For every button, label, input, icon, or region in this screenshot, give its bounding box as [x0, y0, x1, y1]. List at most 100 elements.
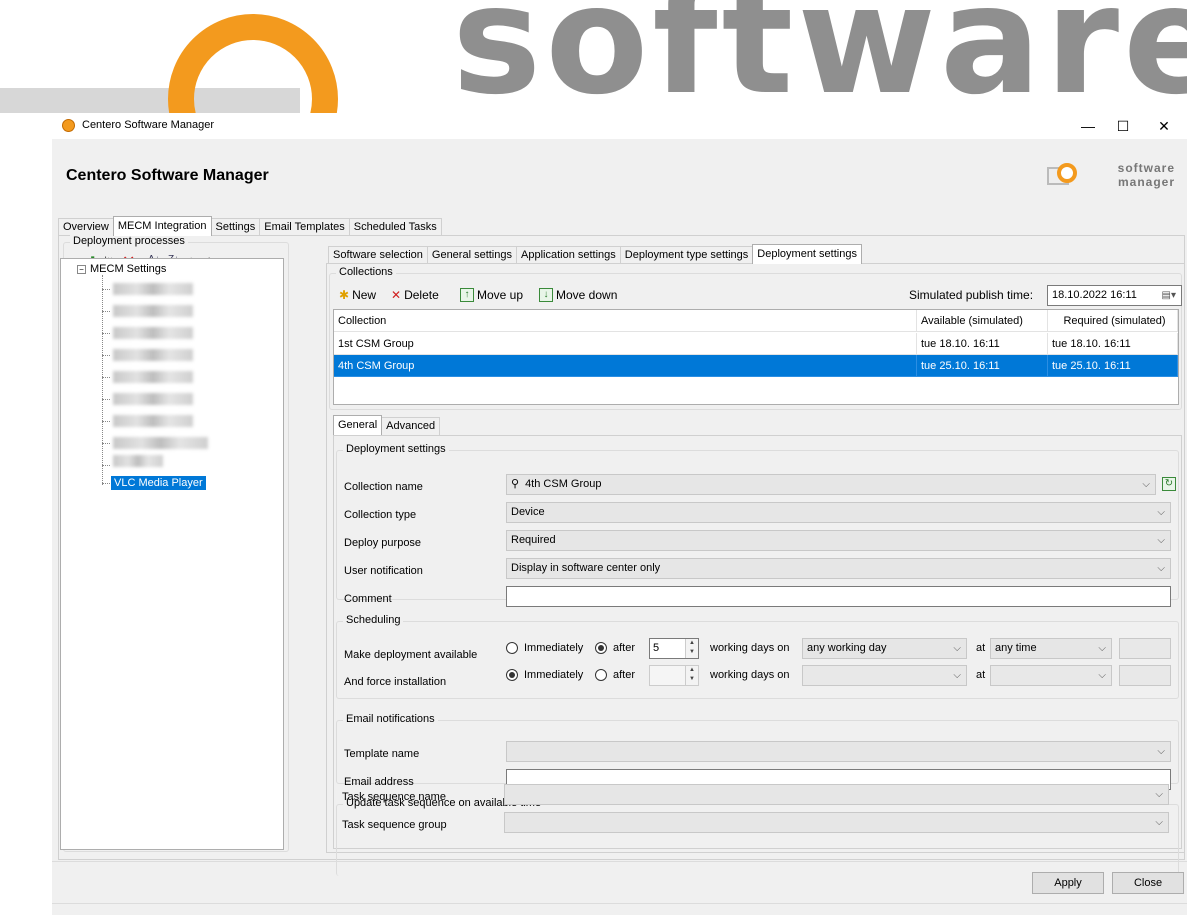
tab-email-templates[interactable]: Email Templates — [259, 218, 350, 236]
deployment-settings-panel: Collections ✱ New ✕ Delete ↑ Move up ↓ Move … — [326, 263, 1185, 876]
search-icon: ⚲ — [511, 478, 520, 490]
main-tabs: Overview MECM Integration Settings Email… — [58, 216, 442, 236]
force-installation-label: And force installation — [344, 676, 447, 688]
subtab-deployment-settings[interactable]: Deployment settings — [752, 244, 862, 264]
chevron-down-icon: ⌵ — [1157, 746, 1165, 757]
collection-name-label: Collection name — [344, 481, 423, 493]
refresh-icon[interactable]: ↻ — [1162, 477, 1176, 491]
template-name-label: Template name — [344, 748, 420, 760]
task-sequence-name-label: Task sequence name — [342, 791, 446, 803]
user-notification-select[interactable]: Display in software center only ⌵ — [506, 558, 1171, 579]
tab-overview[interactable]: Overview — [58, 218, 114, 236]
banner-logo-text: software — [452, 0, 1187, 113]
tree-item-redacted[interactable] — [113, 349, 193, 361]
new-collection-button[interactable]: ✱ New — [339, 288, 376, 302]
deploy-purpose-select[interactable]: Required ⌵ — [506, 530, 1171, 551]
tab-scheduled-tasks[interactable]: Scheduled Tasks — [348, 218, 442, 236]
tree-item-redacted[interactable] — [113, 283, 193, 295]
stepper-arrows-icon[interactable]: ▲ ▼ — [685, 639, 698, 658]
tab-settings[interactable]: Settings — [210, 218, 261, 236]
table-header: Collection Available (simulated) Require… — [334, 310, 1178, 332]
move-up-button[interactable]: ↑ Move up — [460, 288, 523, 302]
table-row-selected[interactable]: 4th CSM Group tue 25.10. 16:11 tue 25.10… — [334, 355, 1178, 377]
force-days-stepper[interactable]: ▲ ▼ — [649, 665, 699, 686]
force-after-radio[interactable] — [595, 669, 607, 681]
available-time-input[interactable] — [1119, 638, 1171, 659]
subtab-software-selection[interactable]: Software selection — [328, 246, 428, 264]
move-down-icon: ↓ — [539, 288, 553, 302]
move-down-button[interactable]: ↓ Move down — [539, 288, 617, 302]
tree-root[interactable]: − MECM Settings — [77, 263, 166, 275]
move-up-icon: ↑ — [460, 288, 474, 302]
available-after-radio[interactable] — [595, 642, 607, 654]
force-time-input[interactable] — [1119, 665, 1171, 686]
simulated-publish-date[interactable]: 18.10.2022 16:11 ▤▾ — [1047, 285, 1182, 306]
delete-icon: ✕ — [391, 288, 402, 302]
collection-type-label: Collection type — [344, 509, 417, 521]
banner-logo-ring — [168, 14, 338, 113]
collections-table: Collection Available (simulated) Require… — [333, 309, 1179, 405]
table-row[interactable]: 1st CSM Group tue 18.10. 16:11 tue 18.10… — [334, 333, 1178, 355]
task-sequence-group-label: Task sequence group — [342, 819, 447, 831]
collapse-icon[interactable]: − — [77, 265, 86, 274]
tree-item-redacted[interactable] — [113, 393, 193, 405]
calendar-icon[interactable]: ▤▾ — [1162, 286, 1176, 305]
tree-item-redacted[interactable] — [113, 437, 208, 449]
app-icon — [62, 119, 75, 132]
tree-item-redacted[interactable] — [113, 327, 193, 339]
column-header-collection[interactable]: Collection — [334, 310, 917, 332]
collection-type-select[interactable]: Device ⌵ — [506, 502, 1171, 523]
app-header: Centero Software Manager software manage… — [52, 139, 1187, 199]
available-day-select[interactable]: any working day ⌵ — [802, 638, 967, 659]
close-window-button[interactable]: ✕ — [1141, 113, 1187, 139]
tree-item-redacted[interactable] — [113, 455, 163, 467]
chevron-down-icon: ⌵ — [1157, 507, 1165, 518]
delete-collection-button[interactable]: ✕ Delete — [391, 288, 439, 302]
deployment-processes-title: Deployment processes — [70, 235, 188, 247]
force-day-select[interactable]: ⌵ — [802, 665, 967, 686]
tab-advanced[interactable]: Advanced — [381, 417, 441, 435]
chevron-down-icon: ⌵ — [1155, 789, 1163, 800]
chevron-down-icon: ⌵ — [1098, 670, 1106, 681]
force-time-select[interactable]: ⌵ — [990, 665, 1112, 686]
column-header-required[interactable]: Required (simulated) — [1048, 310, 1178, 332]
tree-item-redacted[interactable] — [113, 415, 193, 427]
deploy-purpose-label: Deploy purpose — [344, 537, 422, 549]
chevron-down-icon: ⌵ — [1098, 643, 1106, 654]
subtab-general-settings[interactable]: General settings — [426, 246, 517, 264]
new-icon: ✱ — [339, 288, 350, 302]
comment-input[interactable] — [506, 586, 1171, 607]
force-immediately-radio[interactable] — [506, 669, 518, 681]
tree-item-redacted[interactable] — [113, 371, 193, 383]
app-window: Centero Software Manager — ☐ ✕ Centero S… — [52, 113, 1187, 915]
title-bar: Centero Software Manager — ☐ ✕ — [52, 113, 1187, 139]
template-name-select[interactable]: ⌵ — [506, 741, 1171, 762]
integration-subtabs: Software selection General settings Appl… — [328, 244, 862, 264]
subtab-deployment-type-settings[interactable]: Deployment type settings — [619, 246, 754, 264]
stepper-arrows-icon[interactable]: ▲ ▼ — [685, 666, 698, 685]
process-tree[interactable]: − MECM Settings VLC Media Player — [60, 258, 284, 850]
email-address-label: Email address — [344, 776, 414, 788]
chevron-down-icon: ⌵ — [1157, 563, 1165, 574]
close-button[interactable]: Close — [1112, 872, 1184, 894]
task-sequence-name-select[interactable]: ⌵ — [504, 784, 1169, 805]
maximize-button[interactable]: ☐ — [1100, 113, 1146, 139]
tree-item-selected[interactable]: VLC Media Player — [111, 476, 206, 490]
comment-label: Comment — [344, 593, 392, 605]
chevron-down-icon: ⌵ — [953, 643, 961, 654]
column-header-available[interactable]: Available (simulated) — [917, 310, 1048, 332]
available-days-stepper[interactable]: 5 ▲ ▼ — [649, 638, 699, 659]
available-time-select[interactable]: any time ⌵ — [990, 638, 1112, 659]
app-title: Centero Software Manager — [66, 167, 269, 184]
available-immediately-radio[interactable] — [506, 642, 518, 654]
subtab-application-settings[interactable]: Application settings — [516, 246, 621, 264]
tab-general[interactable]: General — [333, 415, 383, 435]
detail-tabs: General Advanced — [333, 415, 441, 435]
task-sequence-group-select[interactable]: ⌵ — [504, 812, 1169, 833]
email-notifications-title: Email notifications — [343, 713, 438, 725]
collection-name-select[interactable]: ⚲ 4th CSM Group ⌵ — [506, 474, 1156, 495]
apply-button[interactable]: Apply — [1032, 872, 1104, 894]
tab-mecm-integration[interactable]: MECM Integration — [112, 216, 212, 236]
tree-item-redacted[interactable] — [113, 305, 193, 317]
window-title: Centero Software Manager — [82, 119, 215, 131]
